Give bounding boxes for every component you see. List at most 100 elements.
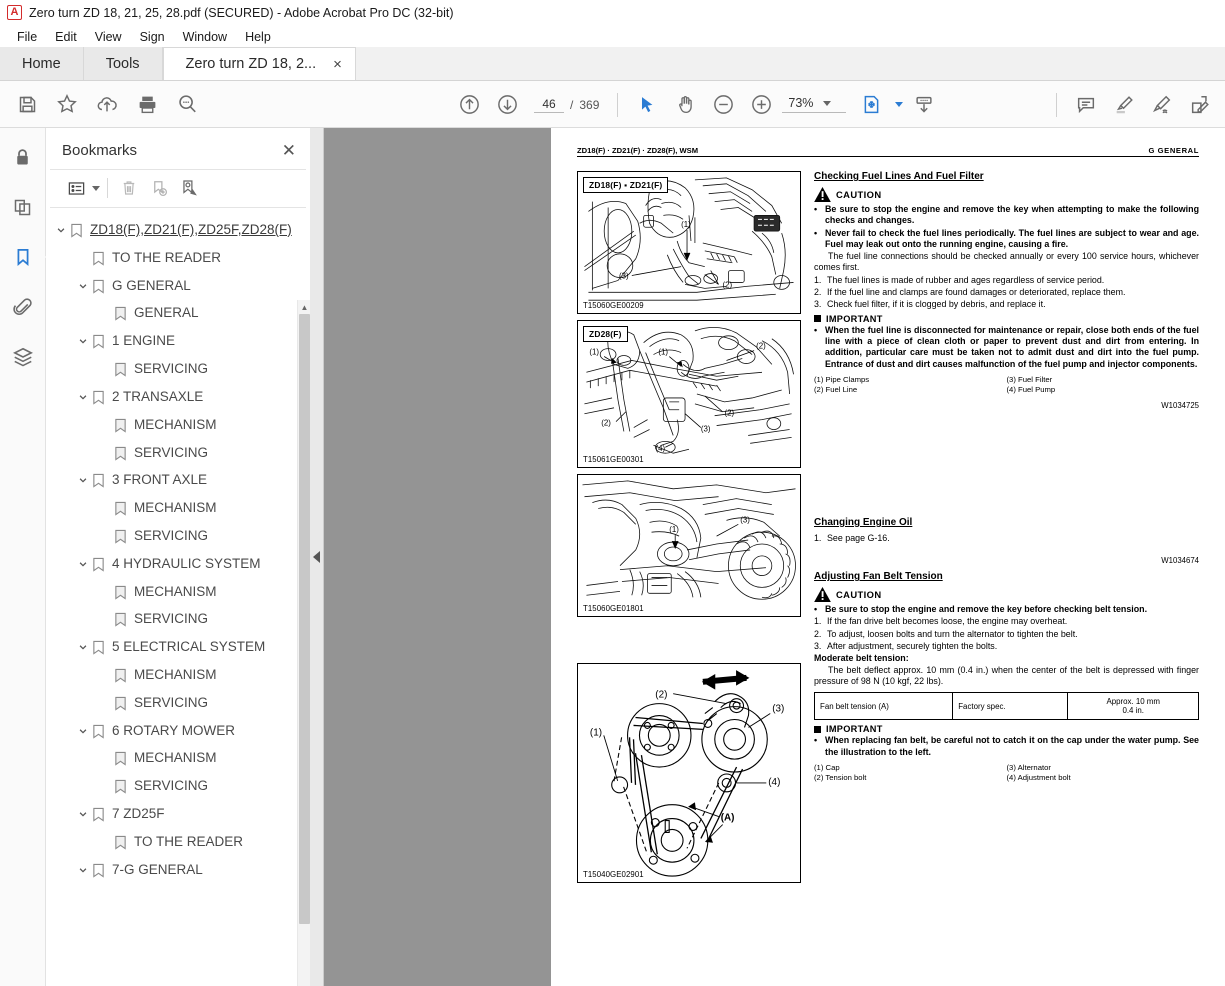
fit-page-chevron-icon[interactable]	[895, 102, 904, 107]
next-page-icon[interactable]	[490, 88, 524, 122]
new-bookmark-icon[interactable]	[145, 175, 173, 201]
select-cursor-icon[interactable]	[630, 88, 664, 122]
bookmark-row[interactable]: MECHANISM	[46, 663, 310, 691]
tab-document[interactable]: Zero turn ZD 18, 2... ×	[162, 47, 356, 80]
menu-bar: File Edit View Sign Window Help	[0, 26, 1225, 48]
legend-left-column: (1) Cap (2) Tension bolt	[814, 763, 1007, 784]
bookmark-row[interactable]: 1 ENGINE	[46, 329, 310, 357]
fit-page-icon[interactable]	[854, 88, 888, 122]
previous-page-icon[interactable]	[452, 88, 486, 122]
bookmark-row[interactable]: 7 ZD25F	[46, 802, 310, 830]
chevron-down-icon[interactable]	[74, 722, 92, 736]
chevron-down-icon[interactable]	[74, 861, 92, 875]
bookmark-row[interactable]: TO THE READER	[46, 830, 310, 858]
collapse-panel-button[interactable]	[310, 128, 324, 986]
bookmark-row[interactable]: GENERAL	[46, 301, 310, 329]
bookmark-spacer	[96, 749, 114, 753]
bookmark-label: 6 ROTARY MOWER	[112, 722, 236, 738]
bookmark-row[interactable]: MECHANISM	[46, 746, 310, 774]
bookmark-row[interactable]: SERVICING	[46, 441, 310, 469]
star-icon[interactable]	[50, 87, 84, 121]
chevron-down-icon[interactable]	[74, 471, 92, 485]
zoom-out-icon[interactable]	[706, 88, 740, 122]
figure-1-tag: ZD18(F) ▪ ZD21(F)	[583, 177, 669, 193]
scrollbar-thumb[interactable]	[299, 314, 310, 924]
comment-icon[interactable]	[1069, 88, 1103, 122]
bookmark-row[interactable]: 5 ELECTRICAL SYSTEM	[46, 635, 310, 663]
bookmark-row[interactable]: 4 HYDRAULIC SYSTEM	[46, 552, 310, 580]
chevron-down-icon[interactable]	[74, 638, 92, 652]
bookmark-row[interactable]: MECHANISM	[46, 413, 310, 441]
delete-bookmark-icon[interactable]	[115, 175, 143, 201]
highlight-icon[interactable]	[1107, 88, 1141, 122]
bookmark-icon	[114, 749, 134, 771]
svg-text:(3): (3)	[772, 704, 784, 715]
bookmark-row[interactable]: 7-G GENERAL	[46, 858, 310, 886]
layers-icon[interactable]	[8, 342, 38, 372]
menu-window[interactable]: Window	[174, 28, 236, 46]
zoom-level-selector[interactable]: 73%	[782, 96, 847, 113]
bookmark-row[interactable]: 6 ROTARY MOWER	[46, 719, 310, 747]
options-list-icon[interactable]	[62, 175, 90, 201]
bookmark-row[interactable]: SERVICING	[46, 524, 310, 552]
close-icon[interactable]: ×	[330, 57, 345, 72]
attachments-icon[interactable]	[8, 292, 38, 322]
page-thumbnails-icon[interactable]	[8, 192, 38, 222]
menu-file[interactable]: File	[8, 28, 46, 46]
bookmarks-icon[interactable]	[8, 242, 54, 272]
section-1-caution-label: CAUTION	[836, 189, 882, 200]
find-bookmark-icon[interactable]	[175, 175, 203, 201]
bookmark-icon	[92, 332, 112, 354]
step-number: 3.	[814, 641, 822, 652]
menu-sign[interactable]: Sign	[131, 28, 174, 46]
bookmark-row[interactable]: MECHANISM	[46, 580, 310, 608]
download-icon[interactable]	[907, 88, 941, 122]
bookmark-row[interactable]: G GENERAL	[46, 274, 310, 302]
page-separator: /	[570, 97, 574, 112]
close-panel-icon[interactable]: ✕	[282, 142, 296, 159]
sign-icon[interactable]	[1145, 88, 1179, 122]
lock-icon[interactable]	[8, 142, 38, 172]
chevron-down-icon[interactable]	[74, 277, 92, 291]
bookmark-row[interactable]: 2 TRANSAXLE	[46, 385, 310, 413]
menu-view[interactable]: View	[86, 28, 131, 46]
section-1-important-header: IMPORTANT	[814, 314, 1199, 324]
bookmark-row[interactable]: SERVICING	[46, 607, 310, 635]
chevron-down-icon[interactable]	[74, 805, 92, 819]
bookmark-row[interactable]: SERVICING	[46, 357, 310, 385]
tab-tools[interactable]: Tools	[83, 47, 163, 80]
step-text: After adjustment, securely tighten the b…	[827, 641, 998, 652]
chevron-down-icon[interactable]	[74, 332, 92, 346]
options-chevron-icon[interactable]	[92, 185, 100, 191]
print-icon[interactable]	[130, 87, 164, 121]
bookmark-row[interactable]: ZD18(F),ZD21(F),ZD25F,ZD28(F)	[46, 218, 310, 246]
save-icon[interactable]	[10, 87, 44, 121]
bookmark-row[interactable]: SERVICING	[46, 774, 310, 802]
bookmark-row[interactable]: SERVICING	[46, 691, 310, 719]
bookmark-row[interactable]: TO THE READER	[46, 246, 310, 274]
zoom-search-icon[interactable]	[170, 87, 204, 121]
bookmark-label: MECHANISM	[134, 583, 217, 599]
bookmark-icon	[92, 722, 112, 744]
tab-home[interactable]: Home	[0, 47, 84, 80]
menu-help[interactable]: Help	[236, 28, 280, 46]
bookmark-row[interactable]: 3 FRONT AXLE	[46, 468, 310, 496]
bookmarks-scrollbar[interactable]: ▲	[297, 300, 310, 986]
section-3-step-3: 3. After adjustment, securely tighten th…	[814, 641, 1199, 652]
fill-and-sign-icon[interactable]	[1183, 88, 1217, 122]
cloud-upload-icon[interactable]	[90, 87, 124, 121]
chevron-down-icon[interactable]	[74, 388, 92, 402]
chevron-down-icon[interactable]	[74, 555, 92, 569]
hand-tool-icon[interactable]	[668, 88, 702, 122]
scroll-up-icon[interactable]: ▲	[298, 300, 310, 314]
section-3-title: Adjusting Fan Belt Tension	[814, 571, 943, 583]
legend-right-column: (3) Alternator (4) Adjustment bolt	[1007, 763, 1200, 784]
bullet-text: When the fuel line is disconnected for m…	[825, 324, 1199, 369]
chevron-down-icon[interactable]	[52, 221, 70, 235]
bookmark-row[interactable]: MECHANISM	[46, 496, 310, 524]
document-viewer[interactable]: ZD18(F) · ZD21(F) · ZD28(F), WSM G GENER…	[324, 128, 1225, 986]
menu-edit[interactable]: Edit	[46, 28, 86, 46]
zoom-in-icon[interactable]	[744, 88, 778, 122]
page-number-input[interactable]	[534, 96, 564, 113]
svg-text:(3): (3)	[619, 271, 629, 280]
